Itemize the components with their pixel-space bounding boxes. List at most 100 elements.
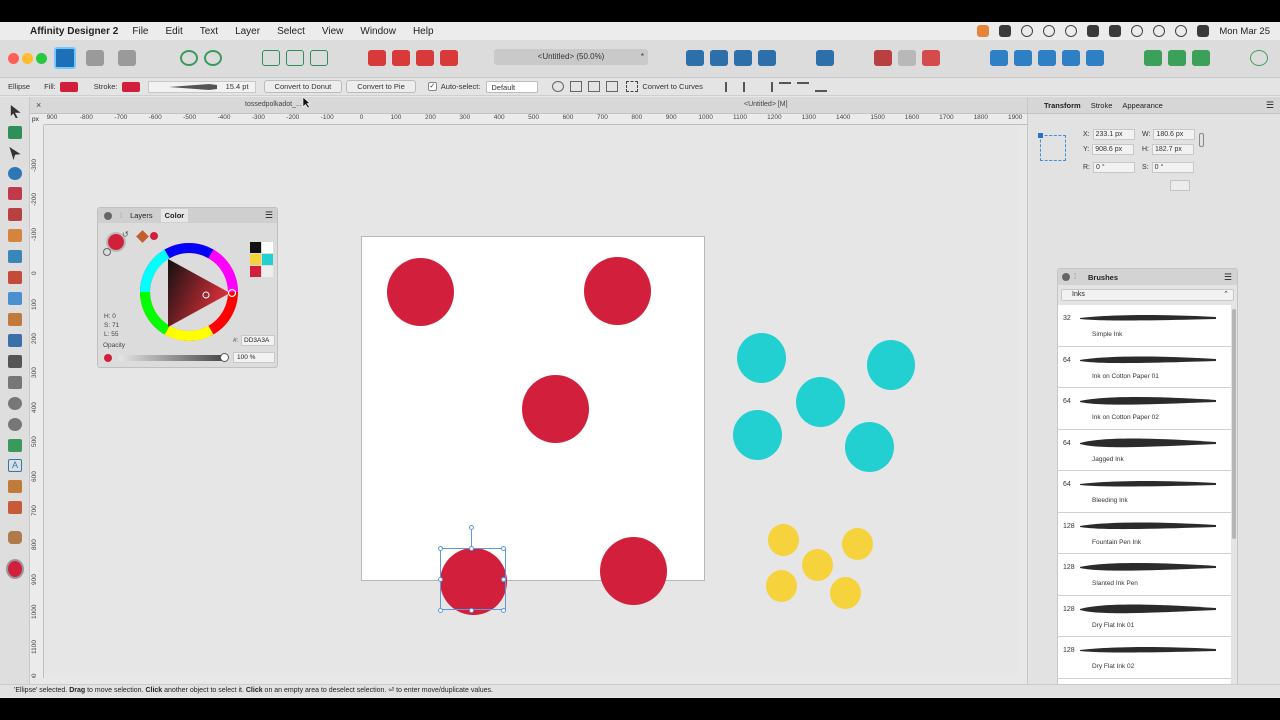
resize-handle[interactable] xyxy=(469,608,474,613)
auto-select-dropdown[interactable]: Default xyxy=(486,80,539,93)
clock[interactable]: Mon Mar 25 xyxy=(1219,26,1270,37)
snap-geometry-icon[interactable] xyxy=(898,50,916,66)
fill-tool-icon[interactable] xyxy=(8,250,22,263)
opacity-slider[interactable] xyxy=(118,355,226,361)
corner-tool-icon[interactable] xyxy=(8,167,22,180)
resize-handle[interactable] xyxy=(501,546,506,551)
curves-icon[interactable] xyxy=(626,81,639,92)
brush-item[interactable]: 128 Dry Flat Ink 01 xyxy=(1058,595,1231,637)
yellow-dot[interactable] xyxy=(842,528,873,560)
boolean-add-icon[interactable] xyxy=(262,50,280,66)
cloud-icon[interactable] xyxy=(1065,25,1078,37)
designer-persona-icon[interactable] xyxy=(54,47,76,69)
close-tab-icon[interactable]: × xyxy=(36,100,41,110)
arrange-forward-icon[interactable] xyxy=(416,50,434,66)
x-value[interactable]: 233.1 px xyxy=(1092,129,1135,140)
cyan-dot[interactable] xyxy=(867,340,915,390)
snap-grid-icon[interactable] xyxy=(874,50,892,66)
pencil-tool-icon[interactable] xyxy=(8,187,22,200)
close-brushes-icon[interactable] xyxy=(1062,273,1070,281)
settings-icon[interactable] xyxy=(180,50,198,66)
r-value[interactable]: 0 ° xyxy=(1093,162,1135,173)
move-tool-icon[interactable] xyxy=(10,105,21,118)
brush-item[interactable]: 128 Dry Flat Ink 02 xyxy=(1058,637,1231,679)
snapping-icon[interactable] xyxy=(204,50,222,66)
transform-menu-icon[interactable]: ☰ xyxy=(1266,100,1274,111)
resize-handle[interactable] xyxy=(438,577,443,582)
resize-handle[interactable] xyxy=(438,546,443,551)
resize-handle[interactable] xyxy=(501,577,506,582)
brush-item[interactable]: 64 Ink on Cotton Paper 01 xyxy=(1058,346,1231,388)
studio-icon[interactable] xyxy=(1192,50,1210,66)
s-value[interactable]: 0 ° xyxy=(1151,162,1194,173)
notification-icon[interactable] xyxy=(1131,25,1144,37)
align-top-icon[interactable] xyxy=(778,81,791,92)
assistant-icon[interactable] xyxy=(1144,50,1162,66)
insert-front-icon[interactable] xyxy=(1062,50,1080,66)
convert-to-donut-button[interactable]: Convert to Donut xyxy=(263,80,343,93)
panel-grip-icon[interactable]: ⁞ xyxy=(120,211,122,220)
r-field[interactable]: R: 0 ° xyxy=(1083,162,1135,173)
tab-untitled[interactable]: <Untitled> [M] xyxy=(744,101,788,108)
h-field[interactable]: H: 182.7 px xyxy=(1142,144,1194,155)
stroke-width-field[interactable]: 15.4 pt xyxy=(147,80,256,93)
snapping-magnet-icon[interactable] xyxy=(922,50,940,66)
stroke-swatch[interactable] xyxy=(121,81,140,92)
cyan-dot[interactable] xyxy=(733,410,782,460)
flip-horizontal-icon[interactable] xyxy=(686,50,704,66)
flip-vertical-icon[interactable] xyxy=(710,50,728,66)
cyan-dot[interactable] xyxy=(737,333,786,383)
align-left-icon[interactable] xyxy=(724,81,737,92)
sharing-icon[interactable] xyxy=(1168,50,1186,66)
search-icon[interactable] xyxy=(1175,25,1188,37)
export-persona-icon[interactable] xyxy=(118,50,136,66)
swatch-red[interactable] xyxy=(250,266,261,277)
red-dot[interactable] xyxy=(584,257,651,325)
auto-select-checkbox[interactable]: ✓ xyxy=(427,82,437,91)
control-center-icon[interactable] xyxy=(1197,25,1210,37)
anchor-point-selected[interactable] xyxy=(1038,133,1043,138)
hex-input[interactable]: DD3A3A xyxy=(241,335,275,346)
convert-to-pie-button[interactable]: Convert to Pie xyxy=(346,80,416,93)
shield-icon[interactable] xyxy=(1021,25,1034,37)
eyedropper-icon[interactable] xyxy=(136,230,149,243)
opacity-input[interactable]: 100 % xyxy=(233,352,275,363)
menu-layer[interactable]: Layer xyxy=(235,26,260,37)
menu-edit[interactable]: Edit xyxy=(165,26,182,37)
panel-menu-icon[interactable]: ☰ xyxy=(265,210,273,221)
wifi-icon[interactable] xyxy=(1153,25,1166,37)
brushes-menu-icon[interactable]: ☰ xyxy=(1224,272,1232,283)
brush-item[interactable]: 64 Jagged Ink xyxy=(1058,429,1231,471)
swatch-cyan[interactable] xyxy=(262,254,273,265)
insert-inside-icon[interactable] xyxy=(990,50,1008,66)
boolean-subtract-icon[interactable] xyxy=(286,50,304,66)
brush-item[interactable]: 64 Bleeding Ink xyxy=(1058,471,1231,513)
swap-colors-icon[interactable]: ↺ xyxy=(122,230,129,239)
yellow-dot[interactable] xyxy=(768,524,799,556)
transparency-tool-icon[interactable] xyxy=(8,313,22,326)
pixel-persona-icon[interactable] xyxy=(86,50,104,66)
lock-aspect-icon[interactable] xyxy=(1199,133,1204,147)
align-center-icon[interactable] xyxy=(742,81,755,92)
hand-tool-icon[interactable] xyxy=(8,531,22,544)
yellow-dot[interactable] xyxy=(766,570,797,602)
transform-origin-icon[interactable] xyxy=(552,81,565,92)
brush-item[interactable]: 128 Fountain Pen Ink xyxy=(1058,512,1231,554)
menu-file[interactable]: File xyxy=(132,26,148,37)
w-value[interactable]: 180.6 px xyxy=(1153,129,1196,140)
tab-appearance[interactable]: Appearance xyxy=(1122,101,1162,110)
y-field[interactable]: Y: 908.6 px xyxy=(1083,144,1135,155)
rotate-right-icon[interactable] xyxy=(758,50,776,66)
brush-item[interactable]: 32 Simple Ink xyxy=(1058,305,1231,347)
artboard-tool-icon[interactable] xyxy=(8,126,22,139)
fill-stroke-swatch-icon[interactable] xyxy=(6,559,24,579)
s-field[interactable]: S: 0 ° xyxy=(1142,162,1194,173)
brush-tool-icon[interactable] xyxy=(8,271,22,284)
arrange-front-icon[interactable] xyxy=(440,50,458,66)
swatch-empty[interactable] xyxy=(262,266,273,277)
color-picker-tool-icon[interactable] xyxy=(8,480,22,493)
align-middle-icon[interactable] xyxy=(796,81,809,92)
document-title[interactable]: <Untitled> (50.0%) * xyxy=(494,49,648,65)
y-value[interactable]: 908.6 px xyxy=(1092,144,1135,155)
shape-tool-icon[interactable] xyxy=(8,418,22,431)
